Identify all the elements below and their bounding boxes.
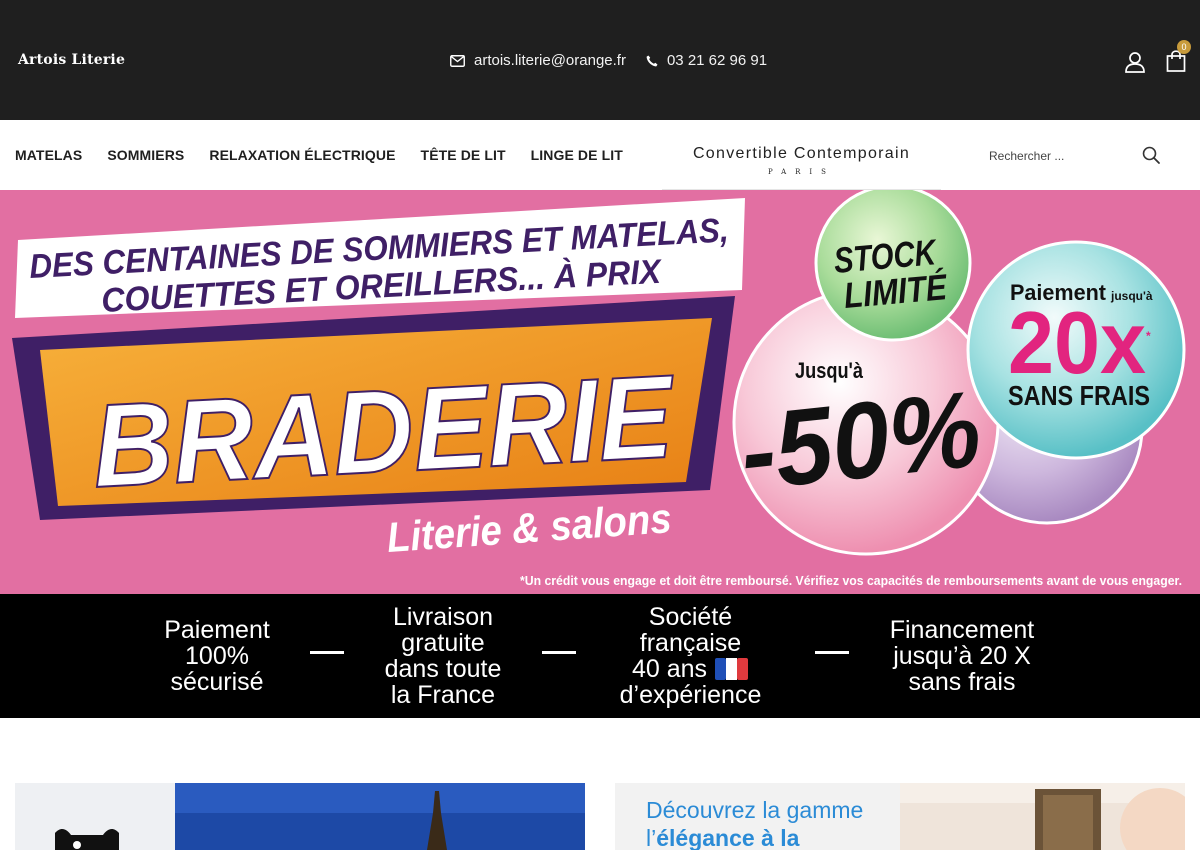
feature-delivery-line: Livraison (392, 603, 494, 631)
feature-financing-line: jusqu’à 20 X (893, 642, 1031, 670)
promo-right-line1: Découvrez la gamme (646, 797, 864, 823)
feature-company-line: d’expérience (619, 681, 762, 709)
primary-menu: MATELAS SOMMIERS RELAXATION ÉLECTRIQUE T… (15, 120, 648, 190)
feature-divider (310, 651, 344, 654)
bubble-payment-line2: 20x (1008, 293, 1146, 392)
french-flag-icon (715, 658, 749, 680)
hero-banner[interactable]: DES CENTAINES DE SOMMIERS ET MATELAS, CO… (0, 190, 1200, 594)
feature-company-line: Société (648, 603, 733, 631)
features-strip: Paiement 100% sécurisé Livraison gratuit… (0, 594, 1200, 718)
partner-brand-logo[interactable]: Convertible Contemporain PARIS (662, 120, 941, 190)
feature-financing: Financement jusqu’à 20 X sans frais (872, 594, 1052, 718)
feature-divider (542, 651, 576, 654)
promo-right-line2-bold: élégance à la (656, 825, 800, 850)
bubble-payment-line3: SANS FRAIS (1008, 380, 1150, 411)
search-input[interactable] (980, 141, 1120, 171)
nav-item-linge-de-lit[interactable]: LINGE DE LIT (531, 147, 623, 163)
feature-financing-line: Financement (889, 616, 1035, 644)
phone-text: 03 21 62 96 91 (666, 52, 768, 69)
feature-delivery-line: dans toute (384, 655, 502, 683)
nav-item-tete-de-lit[interactable]: TÊTE DE LIT (421, 147, 506, 163)
phone-icon (646, 55, 658, 66)
hero-subtitle: Literie & salons (385, 494, 673, 561)
feature-divider (815, 651, 849, 654)
nav-item-relaxation[interactable]: RELAXATION ÉLECTRIQUE (209, 147, 395, 163)
hero-disclaimer: *Un crédit vous engage et doit être remb… (520, 574, 1182, 588)
feature-delivery-line: gratuite (401, 629, 485, 657)
promo-right-line2: l’élégance à la (646, 825, 799, 850)
site-logo[interactable]: Artois Literie (18, 52, 125, 68)
partner-brand-name: Convertible Contemporain (692, 145, 911, 162)
search-icon[interactable] (1141, 145, 1161, 165)
nav-item-sommiers[interactable]: SOMMIERS (107, 147, 184, 163)
feature-delivery-line: la France (390, 681, 496, 709)
feature-company: Société française 40 ans d’expérience (598, 594, 783, 718)
top-bar: Artois Literie artois.literie@orange.fr … (0, 0, 1200, 120)
promo-right-line2-prefix: l’ (646, 825, 657, 850)
feature-company-line-flag: 40 ans (620, 656, 762, 682)
envelope-icon (450, 54, 465, 67)
phone-link[interactable]: 03 21 62 96 91 (646, 52, 767, 69)
promo-left-graphic (15, 783, 585, 850)
cart-count-badge: 0 (1177, 40, 1191, 54)
email-text: artois.literie@orange.fr (474, 52, 626, 69)
contact-info: artois.literie@orange.fr 03 21 62 96 91 (450, 52, 787, 69)
feature-company-line: française (639, 629, 742, 657)
feature-payment-line: sécurisé (170, 668, 264, 696)
promo-banner-left[interactable] (15, 783, 585, 850)
nav-item-matelas[interactable]: MATELAS (15, 147, 82, 163)
feature-company-line: 40 ans (631, 655, 708, 683)
feature-financing-line: sans frais (908, 668, 1016, 696)
feature-payment-line: Paiement (164, 616, 270, 644)
feature-payment-line: 100% (185, 642, 249, 670)
feature-payment: Paiement 100% sécurisé (147, 594, 287, 718)
bubble-payment-star: * (1146, 329, 1151, 343)
bubble-discount-line2: -50% (735, 367, 986, 512)
email-link[interactable]: artois.literie@orange.fr (450, 52, 626, 69)
user-account-icon[interactable] (1124, 51, 1146, 73)
feature-delivery: Livraison gratuite dans toute la France (373, 594, 513, 718)
partner-brand-city: PARIS (768, 168, 835, 176)
hero-graphic: DES CENTAINES DE SOMMIERS ET MATELAS, CO… (12, 190, 1186, 588)
promo-banner-right[interactable]: Découvrez la gamme l’élégance à la (615, 783, 1185, 850)
